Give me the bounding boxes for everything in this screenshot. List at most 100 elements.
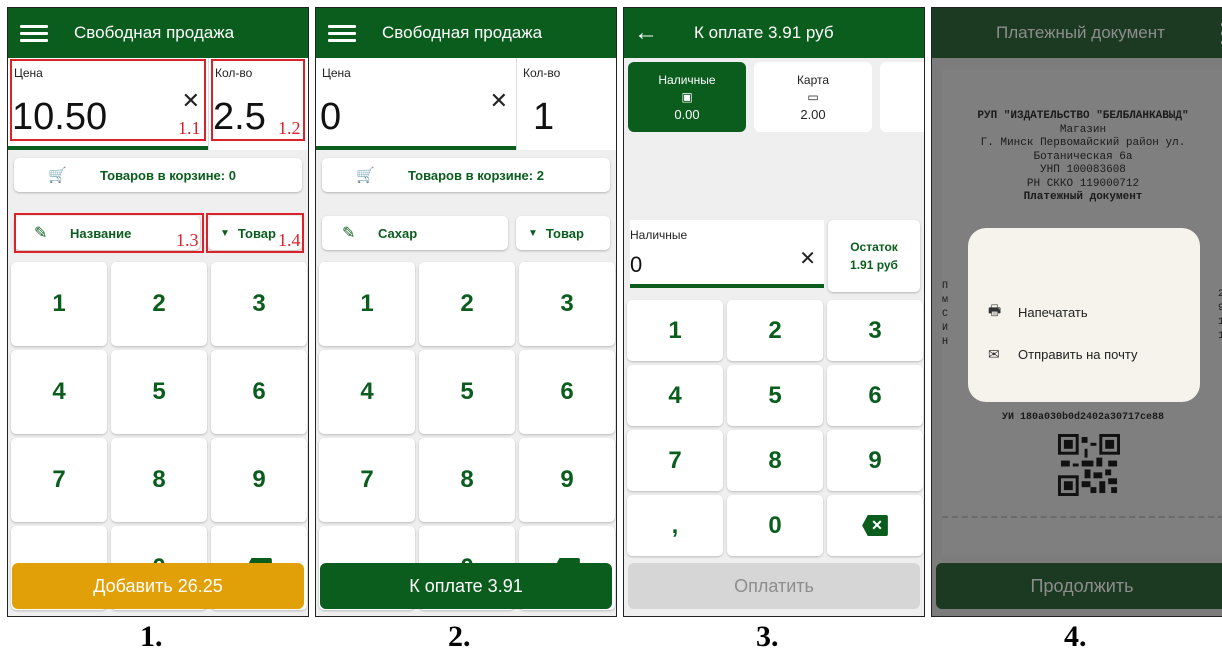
key-3[interactable]: 3 — [519, 262, 615, 346]
tab-cash-amount: 0.00 — [674, 106, 700, 122]
add-button[interactable]: Добавить 26.25 — [12, 563, 304, 609]
app-bar: Свободная продажа — [8, 8, 308, 58]
key-6[interactable]: 6 — [827, 365, 923, 426]
key-1[interactable]: 1 — [627, 300, 723, 361]
qr-code — [1058, 434, 1120, 496]
receipt-address-2: Ботаническая 6а — [1033, 150, 1133, 163]
key-7[interactable]: 7 — [319, 438, 415, 522]
app-bar-title: К оплате 3.91 руб — [694, 23, 834, 42]
pay-button[interactable]: Оплатить — [628, 563, 920, 609]
email-option[interactable]: ✉ Отправить на почту — [988, 346, 1137, 363]
price-label: Цена — [322, 66, 351, 80]
tab-card[interactable]: Карта ▭ 2.00 — [754, 62, 872, 132]
figure-caption-2: 2. — [448, 620, 471, 653]
callout-label: 1.3 — [176, 230, 199, 250]
key-2[interactable]: 2 — [111, 262, 207, 346]
clear-icon[interactable]: ✕ — [799, 246, 816, 271]
cash-label: Наличные — [630, 228, 688, 242]
tab-card-amount: 2.00 — [800, 106, 826, 122]
key-0[interactable]: 0 — [727, 495, 823, 556]
numeric-keypad: 1 2 3 4 5 6 7 8 9 , 0 ✕ — [627, 300, 923, 556]
continue-button[interactable]: Продолжить — [936, 563, 1222, 609]
tab-more[interactable] — [880, 62, 924, 132]
key-7[interactable]: 7 — [11, 438, 107, 522]
app-bar-title: Свободная продажа — [74, 23, 235, 42]
comparison-figure: Свободная продажа Цена 10.50 ✕ Кол-во 2.… — [0, 0, 1222, 656]
price-value: 0 — [320, 96, 342, 138]
key-6[interactable]: 6 — [211, 350, 307, 434]
cart-button[interactable]: 🛒 Товаров в корзине: 2 — [322, 158, 610, 192]
price-field[interactable]: Цена 0 ✕ — [316, 58, 516, 150]
key-9[interactable]: 9 — [827, 430, 923, 491]
key-4[interactable]: 4 — [319, 350, 415, 434]
key-1[interactable]: 1 — [11, 262, 107, 346]
clear-icon[interactable]: ✕ — [490, 88, 508, 114]
key-5[interactable]: 5 — [727, 365, 823, 426]
key-2[interactable]: 2 — [727, 300, 823, 361]
printer-icon: 🖶 — [988, 302, 1002, 318]
callout-label: 1.4 — [278, 230, 301, 250]
app-bar: Платежный документ — [932, 8, 1222, 58]
qty-label: Кол-во — [523, 66, 561, 80]
remaining-amount: Остаток 1.91 руб — [828, 220, 920, 292]
product-name-label: Сахар — [378, 225, 418, 241]
cart-label: Товаров в корзине: 2 — [408, 167, 544, 183]
key-5[interactable]: 5 — [111, 350, 207, 434]
key-3[interactable]: 3 — [827, 300, 923, 361]
key-9[interactable]: 9 — [211, 438, 307, 522]
screen-free-sale-2: Свободная продажа Цена 0 ✕ Кол-во 1 🛒 То… — [315, 7, 617, 617]
receipt-tear-edge — [942, 516, 1222, 524]
receipt-header: РУП "ИЗДАТЕЛЬСТВО "БЕЛБЛАНКАВЫД" Магазин… — [942, 110, 1222, 205]
mail-icon: ✉ — [988, 346, 1000, 362]
product-name-button[interactable]: ✎ Сахар — [322, 216, 508, 250]
item-type-dropdown[interactable]: ▼ Товар — [516, 216, 610, 250]
cart-button[interactable]: 🛒 Товаров в корзине: 0 — [14, 158, 302, 192]
menu-icon[interactable] — [328, 24, 356, 42]
receipt-right-column: 2 9 1 1 — [1214, 288, 1222, 344]
callout-label: 1.1 — [178, 118, 201, 138]
receipt-address-1: Г. Минск Первомайский район ул. — [980, 137, 1186, 149]
key-6[interactable]: 6 — [519, 350, 615, 434]
key-1[interactable]: 1 — [319, 262, 415, 346]
receipt-unp: УНП 100083608 — [1040, 164, 1126, 176]
key-2[interactable]: 2 — [419, 262, 515, 346]
key-8[interactable]: 8 — [419, 438, 515, 522]
cart-label: Товаров в корзине: 0 — [100, 167, 236, 183]
key-9[interactable]: 9 — [519, 438, 615, 522]
screen-free-sale-1: Свободная продажа Цена 10.50 ✕ Кол-во 2.… — [7, 7, 309, 617]
pencil-icon: ✎ — [342, 225, 356, 242]
app-bar: Свободная продажа — [316, 8, 616, 58]
app-bar: ← К оплате 3.91 руб — [624, 8, 924, 58]
receipt-shop: Магазин — [1059, 123, 1107, 136]
cash-field[interactable]: Наличные 0 ✕ — [630, 220, 824, 288]
tab-card-label: Карта — [796, 72, 830, 87]
key-7[interactable]: 7 — [627, 430, 723, 491]
key-8[interactable]: 8 — [111, 438, 207, 522]
receipt-org: РУП "ИЗДАТЕЛЬСТВО "БЕЛБЛАНКАВЫД" — [977, 110, 1189, 122]
to-payment-button[interactable]: К оплате 3.91 — [320, 563, 612, 609]
card-icon: ▭ — [807, 89, 819, 104]
share-dialog: 🖶 Напечатать ✉ Отправить на почту — [968, 228, 1200, 402]
remaining-value: 1.91 руб — [850, 258, 898, 272]
figure-caption-4: 4. — [1064, 620, 1087, 653]
key-4[interactable]: 4 — [627, 365, 723, 426]
menu-icon[interactable] — [20, 24, 48, 42]
figure-caption-1: 1. — [140, 620, 163, 653]
print-label: Напечатать — [1018, 304, 1088, 320]
key-comma[interactable]: , — [627, 495, 723, 556]
payment-method-tabs: Наличные ▣ 0.00 Карта ▭ 2.00 — [624, 58, 924, 136]
print-option[interactable]: 🖶 Напечатать — [988, 300, 1088, 324]
key-4[interactable]: 4 — [11, 350, 107, 434]
callout-label: 1.2 — [278, 118, 301, 138]
active-underline — [316, 146, 516, 150]
key-5[interactable]: 5 — [419, 350, 515, 434]
active-underline — [630, 284, 824, 288]
highlight-box — [10, 59, 206, 141]
cart-icon: 🛒 — [48, 167, 67, 184]
qty-field[interactable]: Кол-во 1 — [516, 58, 616, 150]
key-3[interactable]: 3 — [211, 262, 307, 346]
tab-cash[interactable]: Наличные ▣ 0.00 — [628, 62, 746, 132]
key-8[interactable]: 8 — [727, 430, 823, 491]
backspace-key[interactable]: ✕ — [827, 495, 923, 556]
back-arrow-icon[interactable]: ← — [634, 21, 658, 45]
